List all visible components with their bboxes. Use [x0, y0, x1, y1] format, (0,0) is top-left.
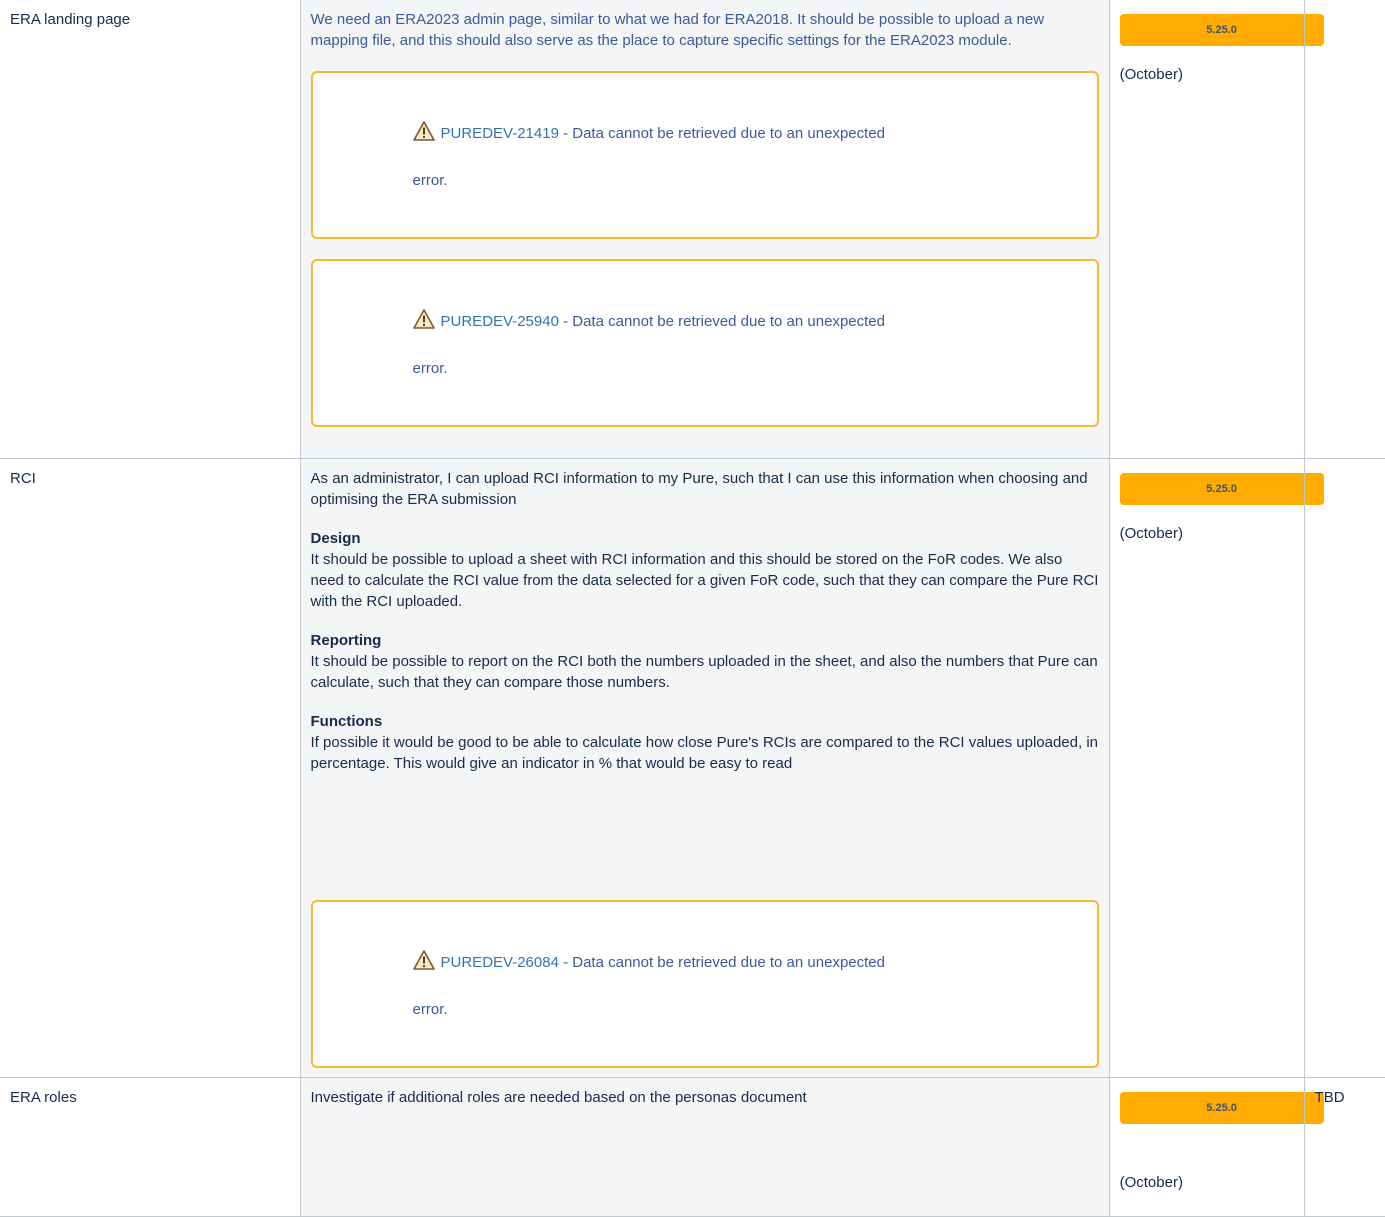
section-heading: Functions: [310, 713, 383, 730]
status-cell: [1303, 0, 1385, 459]
jira-error-message: - Data cannot be retrieved due to an une…: [558, 125, 885, 142]
description-cell: Investigate if additional roles are need…: [299, 1077, 1110, 1217]
feature-name: RCI: [10, 470, 36, 487]
jira-issue-line: PUREDEV-26084 - Data cannot be retrieved…: [412, 950, 885, 976]
release-lozenge: 5.25.0: [1119, 473, 1324, 505]
functions-section: Functions If possible it would be good t…: [311, 711, 1099, 774]
jira-issue-link[interactable]: PUREDEV-26084: [441, 954, 559, 971]
section-text: If possible it would be good to be able …: [310, 734, 1099, 772]
section-heading: Design: [310, 530, 361, 547]
jira-issue-link[interactable]: PUREDEV-21419: [441, 125, 559, 142]
jira-error-message: - Data cannot be retrieved due to an une…: [558, 954, 885, 971]
status-cell: TBD: [1303, 1077, 1385, 1217]
section-text: It should be possible to upload a sheet …: [310, 551, 1099, 610]
description-intro: As an administrator, I can upload RCI in…: [310, 470, 1088, 508]
release-lozenge: 5.25.0: [1119, 14, 1324, 46]
release-month: (October): [1119, 525, 1183, 542]
section-heading: Reporting: [310, 632, 382, 649]
description-cell: We need an ERA2023 admin page, similar t…: [299, 0, 1110, 459]
jira-issue-box: PUREDEV-21419 - Data cannot be retrieved…: [310, 71, 1099, 239]
feature-name: ERA roles: [10, 1089, 77, 1106]
reporting-section: Reporting It should be possible to repor…: [311, 630, 1099, 693]
description-cell: As an administrator, I can upload RCI in…: [299, 458, 1110, 1078]
release-lozenge: 5.25.0: [1119, 1092, 1324, 1124]
description-text: Investigate if additional roles are need…: [310, 1089, 807, 1106]
jira-error-message-cont: error.: [412, 1001, 448, 1018]
feature-cell: RCI: [0, 458, 301, 1078]
release-cell: 5.25.0 (October): [1108, 458, 1324, 1078]
table-row: RCI As an administrator, I can upload RC…: [0, 458, 1385, 1078]
jira-issue-box: PUREDEV-26084 - Data cannot be retrieved…: [310, 900, 1099, 1068]
release-month: (October): [1119, 66, 1183, 83]
warning-icon: [412, 309, 435, 335]
feature-cell: ERA roles: [0, 1077, 301, 1217]
jira-issue-line: PUREDEV-25940 - Data cannot be retrieved…: [412, 309, 885, 335]
release-month: (October): [1119, 1174, 1183, 1191]
jira-issue-line: PUREDEV-21419 - Data cannot be retrieved…: [412, 121, 885, 147]
feature-name: ERA landing page: [10, 11, 131, 28]
jira-issue-box: PUREDEV-25940 - Data cannot be retrieved…: [310, 259, 1099, 427]
warning-icon: [412, 950, 435, 976]
status-text: TBD: [1314, 1089, 1345, 1106]
jira-issue-link[interactable]: PUREDEV-25940: [441, 313, 559, 330]
section-text: It should be possible to report on the R…: [310, 653, 1098, 691]
jira-error-message-cont: error.: [412, 360, 448, 377]
warning-icon: [412, 121, 435, 147]
roadmap-table: ERA landing page We need an ERA2023 admi…: [0, 0, 1385, 1217]
description-text: We need an ERA2023 admin page, similar t…: [310, 11, 1045, 49]
release-cell: 5.25.0 (October): [1108, 0, 1324, 459]
table-row: ERA roles Investigate if additional role…: [0, 1077, 1385, 1217]
status-cell: [1303, 458, 1385, 1078]
release-cell: 5.25.0 (October): [1108, 1077, 1324, 1217]
table-row: ERA landing page We need an ERA2023 admi…: [0, 0, 1385, 459]
jira-error-message-cont: error.: [412, 172, 448, 189]
design-section: Design It should be possible to upload a…: [311, 528, 1099, 612]
feature-cell: ERA landing page: [0, 0, 301, 459]
jira-error-message: - Data cannot be retrieved due to an une…: [558, 313, 885, 330]
